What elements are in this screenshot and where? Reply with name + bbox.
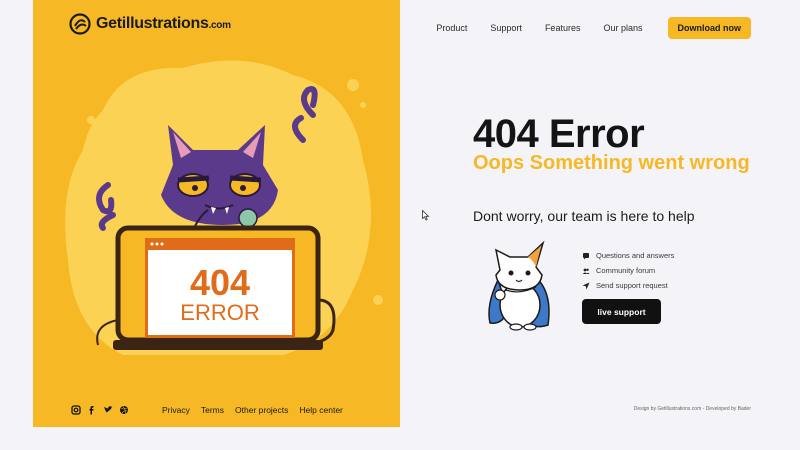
404-cat-illustration: 404 ERROR	[65, 60, 383, 355]
facebook-icon[interactable]	[87, 405, 97, 415]
chat-icon	[583, 252, 589, 259]
nav-our-plans[interactable]: Our plans	[603, 23, 642, 33]
page-subtitle: Oops Something went wrong	[473, 152, 750, 174]
help-text: Dont worry, our team is here to help	[473, 208, 695, 224]
footer-link-other-projects[interactable]: Other projects	[235, 405, 288, 415]
social-links	[71, 405, 129, 415]
nav-product[interactable]: Product	[436, 23, 467, 33]
footer-left: Privacy Terms Other projects Help center	[71, 405, 354, 415]
people-icon	[582, 268, 590, 274]
link-community-forum[interactable]: Community forum	[582, 263, 674, 278]
page-title: 404 Error	[473, 112, 645, 156]
page-frame: Getillustrations.com 404 ERROR Privacy T…	[33, 0, 767, 427]
link-send-support-request[interactable]: Send support request	[582, 278, 674, 293]
footer-link-terms[interactable]: Terms	[201, 405, 224, 415]
footer-link-privacy[interactable]: Privacy	[162, 405, 190, 415]
footer-link-help-center[interactable]: Help center	[299, 405, 342, 415]
instagram-icon[interactable]	[71, 405, 81, 415]
dribbble-icon[interactable]	[119, 405, 129, 415]
screen-404-text: 404	[190, 262, 250, 303]
footer-credit: Design by Getillustrations.com - Develop…	[633, 406, 751, 412]
twitter-icon[interactable]	[103, 405, 113, 415]
download-button[interactable]: Download now	[667, 17, 751, 39]
live-support-button[interactable]: live support	[582, 299, 661, 324]
nav-features[interactable]: Features	[545, 23, 581, 33]
send-icon	[582, 282, 590, 289]
support-cat-illustration	[488, 240, 550, 331]
screen-error-text: ERROR	[180, 300, 259, 325]
content-panel: Product Support Features Our plans Downl…	[400, 0, 767, 427]
illustration-panel: Getillustrations.com 404 ERROR Privacy T…	[33, 0, 400, 427]
support-links: Questions and answers Community forum Se…	[582, 248, 674, 293]
mouse-cursor-icon	[422, 210, 430, 221]
nav-support[interactable]: Support	[490, 23, 522, 33]
top-nav: Product Support Features Our plans Downl…	[436, 17, 751, 39]
link-questions[interactable]: Questions and answers	[582, 248, 674, 263]
